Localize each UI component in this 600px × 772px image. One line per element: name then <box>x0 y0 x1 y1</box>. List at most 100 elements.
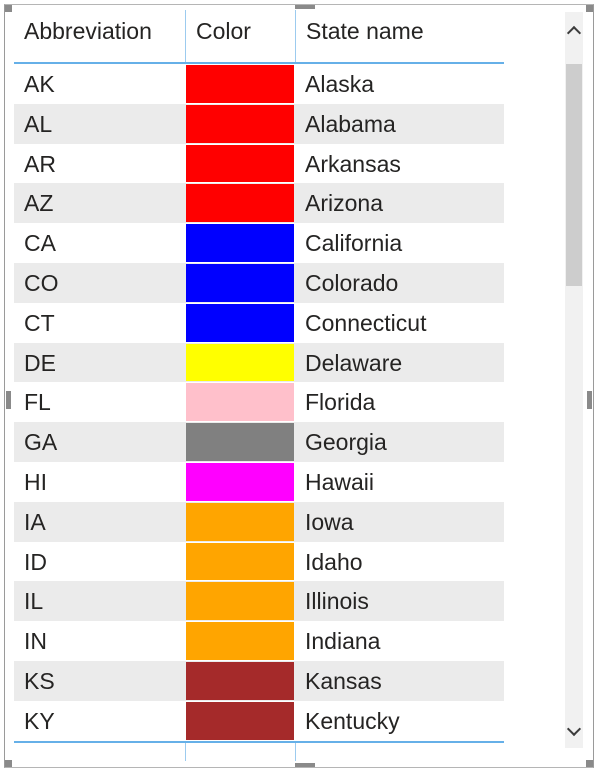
cell-color <box>185 343 295 383</box>
cell-color <box>185 661 295 701</box>
cell-state-name: Georgia <box>305 429 387 456</box>
resize-handle-left[interactable] <box>6 391 11 409</box>
cell-state-name: Indiana <box>305 628 381 655</box>
cell-abbreviation: FL <box>24 389 51 416</box>
table-row[interactable]: FL Florida <box>14 382 504 422</box>
cell-abbreviation: KS <box>24 667 55 694</box>
resize-handle-right[interactable] <box>587 391 592 409</box>
resize-handle-top[interactable] <box>295 5 315 9</box>
color-swatch <box>186 65 294 103</box>
chevron-up-icon <box>566 25 582 41</box>
cell-color <box>185 581 295 621</box>
table-row[interactable]: CT Connecticut <box>14 303 504 343</box>
color-swatch <box>186 383 294 422</box>
scroll-down-button[interactable] <box>565 712 583 748</box>
table-row[interactable]: IN Indiana <box>14 621 504 661</box>
cell-color <box>185 64 295 104</box>
cell-state-name: Alabama <box>305 110 396 137</box>
cell-state-name: Hawaii <box>305 468 375 495</box>
table-row[interactable]: IA Iowa <box>14 501 504 542</box>
cell-state-name: Arizona <box>305 190 383 217</box>
table-row[interactable]: HI Hawaii <box>14 462 504 502</box>
resize-handle-bottom[interactable] <box>295 763 315 767</box>
cell-color <box>185 542 295 582</box>
column-header-state-name[interactable]: State name <box>295 10 504 62</box>
cell-abbreviation: CA <box>24 230 56 257</box>
cell-abbreviation: AR <box>24 150 56 177</box>
cell-abbreviation: KY <box>24 707 55 734</box>
cell-abbreviation: AK <box>24 71 55 97</box>
table-row[interactable]: AR Arkansas <box>14 144 504 184</box>
color-swatch <box>186 582 294 621</box>
color-swatch <box>186 622 294 660</box>
cell-color <box>185 502 295 542</box>
cell-abbreviation: CT <box>24 309 55 336</box>
table-header: Abbreviation Color State name <box>14 10 504 64</box>
color-swatch <box>186 343 294 382</box>
column-header-color[interactable]: Color <box>185 10 295 62</box>
color-swatch <box>186 462 294 501</box>
table-row[interactable]: IL Illinois <box>14 581 504 622</box>
color-swatch <box>186 224 294 262</box>
table-row[interactable]: KS Kansas <box>14 660 504 701</box>
column-header-abbreviation[interactable]: Abbreviation <box>14 10 185 62</box>
table-footer <box>14 740 504 763</box>
cell-color <box>185 144 295 184</box>
cell-abbreviation: AL <box>24 110 53 137</box>
cell-abbreviation: CO <box>24 269 59 296</box>
cell-color <box>185 223 295 263</box>
cell-state-name: Iowa <box>305 508 354 535</box>
table-row[interactable]: CO Colorado <box>14 262 504 303</box>
table-row[interactable]: CA California <box>14 223 504 263</box>
cell-state-name: Alaska <box>305 71 375 97</box>
table-row[interactable]: AL Alabama <box>14 103 504 144</box>
color-swatch <box>186 661 294 700</box>
scrollbar-thumb[interactable] <box>566 64 582 286</box>
cell-abbreviation: GA <box>24 429 58 456</box>
cell-abbreviation: IL <box>24 588 44 615</box>
cell-color <box>185 263 295 303</box>
color-swatch <box>186 423 294 461</box>
color-swatch <box>186 701 294 740</box>
color-swatch <box>186 263 294 302</box>
cell-state-name: Arkansas <box>305 150 401 177</box>
color-swatch <box>186 502 294 541</box>
chevron-down-icon <box>566 721 582 737</box>
cell-abbreviation: DE <box>24 349 56 376</box>
table-row[interactable]: DE Delaware <box>14 342 504 383</box>
state-color-table: Abbreviation Color State name AK Alaska AL… <box>14 10 504 763</box>
resize-handle-top-right[interactable] <box>586 5 593 12</box>
color-swatch <box>186 104 294 143</box>
cell-color <box>185 462 295 502</box>
table-row[interactable]: AK Alaska <box>14 64 504 104</box>
column-separator <box>185 742 186 761</box>
color-swatch <box>186 542 294 581</box>
cell-state-name: Illinois <box>305 588 369 615</box>
cell-state-name: Connecticut <box>305 309 427 336</box>
table-row[interactable]: ID Idaho <box>14 542 504 582</box>
color-swatch <box>186 303 294 342</box>
cell-color <box>185 382 295 422</box>
table-row[interactable]: KY Kentucky <box>14 701 504 741</box>
cell-abbreviation: HI <box>24 468 47 495</box>
resize-handle-top-left[interactable] <box>5 5 12 12</box>
cell-color <box>185 183 295 223</box>
table-row[interactable]: AZ Arizona <box>14 183 504 224</box>
cell-abbreviation: ID <box>24 548 47 575</box>
vertical-scrollbar[interactable] <box>565 12 583 748</box>
cell-state-name: Florida <box>305 389 376 416</box>
table-row[interactable]: GA Georgia <box>14 422 504 462</box>
cell-state-name: Colorado <box>305 269 399 296</box>
cell-state-name: Kansas <box>305 667 382 694</box>
cell-color <box>185 621 295 661</box>
cell-state-name: Kentucky <box>305 707 400 734</box>
cell-color <box>185 701 295 741</box>
cell-state-name: Delaware <box>305 349 403 376</box>
cell-color <box>185 303 295 343</box>
resize-handle-bottom-right[interactable] <box>586 760 593 767</box>
cell-color <box>185 104 295 144</box>
column-separator <box>295 742 296 761</box>
cell-state-name: Idaho <box>305 548 363 575</box>
scroll-up-button[interactable] <box>565 12 583 48</box>
resize-handle-bottom-left[interactable] <box>5 760 12 767</box>
